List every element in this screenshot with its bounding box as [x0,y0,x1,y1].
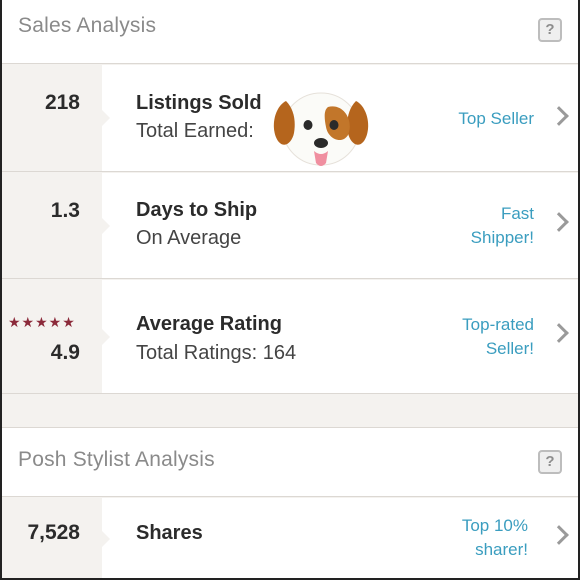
chevron-right-icon[interactable] [549,323,569,343]
dog-face-emoji-icon [273,92,369,166]
stat-column: 218 [0,65,110,171]
metric-subtitle: Total Earned: [136,120,254,142]
metric-title: Shares [136,522,203,544]
metric-subtitle: Total Ratings: 164 [136,342,297,364]
badge-line: Seller! [485,339,534,358]
metric-title: Days to Ship [136,199,258,221]
section-title: Posh Stylist Analysis [18,448,215,471]
average-rating-row[interactable]: ★★★★★ 4.9 Average Rating Total Ratings: … [0,280,580,394]
help-icon[interactable]: ? [538,450,562,474]
chevron-right-icon[interactable] [549,106,569,126]
stat-value: 1.3 [50,199,80,222]
sales-analysis-header: Sales Analysis ? [0,0,580,64]
shares-row[interactable]: 7,528 Shares Top 10% sharer! [0,498,580,580]
badge-line: Shipper! [470,228,534,247]
metric-subtitle: On Average [136,227,242,249]
section-title: Sales Analysis [18,14,157,37]
top-rated-seller-link[interactable]: Top-rated Seller! [462,313,534,361]
badge-line: Fast [500,204,534,223]
days-to-ship-row[interactable]: 1.3 Days to Ship On Average Fast Shipper… [0,173,580,279]
stat-value: 4.9 [50,341,80,364]
stat-column: 7,528 [0,498,110,580]
posh-stylist-analysis-header: Posh Stylist Analysis ? [0,427,580,497]
stat-value: 7,528 [27,521,80,544]
stat-column: ★★★★★ 4.9 [0,280,110,393]
stat-value: 218 [44,91,80,114]
stat-column: 1.3 [0,173,110,278]
metric-title: Listings Sold [136,92,262,114]
chevron-right-icon[interactable] [549,525,569,545]
badge-line: sharer! [475,540,528,559]
listings-sold-row[interactable]: 218 Listings Sold Total Earned: Top Sell… [0,65,580,172]
top-sharer-link[interactable]: Top 10% sharer! [462,514,528,562]
star-rating-icon: ★★★★★ [8,314,76,330]
chevron-right-icon[interactable] [549,212,569,232]
metric-title: Average Rating [136,313,282,335]
badge-line: Top-rated [462,315,534,334]
help-icon[interactable]: ? [538,18,562,42]
fast-shipper-link[interactable]: Fast Shipper! [471,202,534,250]
top-seller-link[interactable]: Top Seller [458,107,534,131]
badge-line: Top Seller [458,109,534,128]
badge-line: Top 10% [461,516,528,535]
